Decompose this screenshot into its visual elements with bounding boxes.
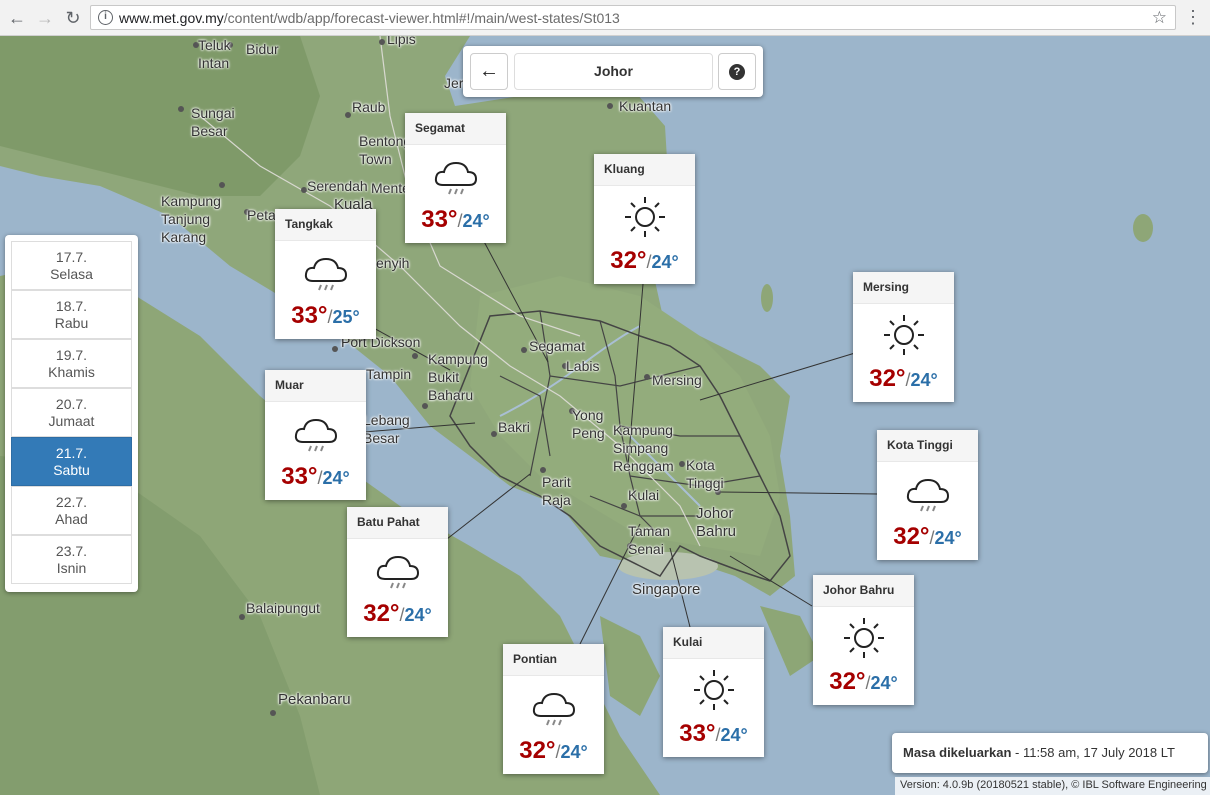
sun-icon: [694, 670, 734, 710]
issue-time-panel: Masa dikeluarkan - 11:58 am, 17 July 201…: [892, 733, 1208, 773]
url-text[interactable]: www.met.gov.my/content/wdb/app/forecast-…: [119, 10, 620, 26]
reload-icon[interactable]: ↻: [62, 7, 84, 29]
rain-cloud-icon: [376, 555, 420, 589]
card-title: Mersing: [853, 272, 954, 304]
card-title: Batu Pahat: [347, 507, 448, 539]
temperature: 32°/24°: [610, 247, 679, 274]
region-header: ← Johor ?: [463, 46, 763, 97]
back-arrow-icon[interactable]: ←: [6, 7, 28, 29]
map-label-teluk-intan: Teluk Intan: [198, 37, 231, 71]
forecast-card-kulai[interactable]: Kulai 33°/24°: [663, 627, 764, 757]
date-item-19[interactable]: 19.7. Khamis: [11, 339, 132, 388]
date-selector: 17.7. Selasa 18.7. Rabu 19.7. Khamis 20.7. J…: [5, 235, 138, 592]
rain-cloud-icon: [304, 257, 348, 291]
map-label-bentong: Bentong Town: [359, 133, 412, 167]
address-bar[interactable]: i www.met.gov.my/content/wdb/app/forecas…: [90, 5, 1176, 30]
temperature: 33°/24°: [421, 206, 490, 233]
back-button[interactable]: ←: [470, 53, 508, 90]
version-text: Version: 4.0.9b (20180521 stable), © IBL…: [895, 777, 1210, 795]
map-label-lebang-besar: Lebang Besar: [363, 412, 410, 446]
forecast-card-tangkak[interactable]: Tangkak 33°/25°: [275, 209, 376, 339]
forecast-card-kluang[interactable]: Kluang 32°/24°: [594, 154, 695, 284]
card-title: Muar: [265, 370, 366, 402]
forecast-card-muar[interactable]: Muar 33°/24°: [265, 370, 366, 500]
temperature: 33°/24°: [281, 463, 350, 490]
forecast-card-mersing[interactable]: Mersing 32°/24°: [853, 272, 954, 402]
browser-toolbar: ← → ↻ i www.met.gov.my/content/wdb/app/f…: [0, 0, 1210, 36]
rain-cloud-icon: [434, 161, 478, 195]
temperature: 32°/24°: [893, 523, 962, 550]
map-label-bakri: Bakri: [498, 419, 530, 435]
card-title: Kluang: [594, 154, 695, 186]
map-label-singapore: Singapore: [632, 581, 701, 598]
map-label-kampung-simpang-renggam: Kampung Simpang Renggam: [613, 422, 674, 474]
map-label-tampin: Tampin: [366, 366, 412, 382]
map-label-kuantan: Kuantan: [619, 98, 672, 114]
temperature: 32°/24°: [869, 365, 938, 392]
date-item-21-selected[interactable]: 21.7. Sabtu: [11, 437, 132, 486]
card-title: Kulai: [663, 627, 764, 659]
help-button[interactable]: ?: [718, 53, 756, 90]
forecast-card-johor-bahru[interactable]: Johor Bahru 32°/24°: [813, 575, 914, 705]
bookmark-star-icon[interactable]: ☆: [1152, 8, 1167, 28]
map-view[interactable]: Teluk Intan Bidur Lipis Jera Kuantan Sung…: [0, 36, 1210, 795]
date-item-23[interactable]: 23.7. Isnin: [11, 535, 132, 584]
map-label-yong-peng: Yong Peng: [572, 407, 605, 441]
map-label-mersing: Mersing: [652, 372, 702, 388]
map-label-raub: Raub: [352, 99, 386, 115]
rain-cloud-icon: [532, 692, 576, 726]
map-label-bidur: Bidur: [246, 41, 279, 57]
card-title: Kota Tinggi: [877, 430, 978, 462]
temperature: 33°/25°: [291, 302, 360, 329]
info-icon[interactable]: i: [98, 10, 113, 25]
browser-menu-icon[interactable]: ⋮: [1184, 7, 1202, 27]
map-label-serendah: Serendah: [307, 178, 368, 194]
card-title: Pontian: [503, 644, 604, 676]
map-basemap: [0, 36, 1210, 795]
date-item-20[interactable]: 20.7. Jumaat: [11, 388, 132, 437]
forecast-card-batu-pahat[interactable]: Batu Pahat 32°/24°: [347, 507, 448, 637]
forecast-card-segamat[interactable]: Segamat 33°/24°: [405, 113, 506, 243]
date-item-18[interactable]: 18.7. Rabu: [11, 290, 132, 339]
map-label-pekanbaru: Pekanbaru: [278, 691, 351, 708]
map-label-labis: Labis: [566, 358, 600, 374]
rain-cloud-icon: [906, 478, 950, 512]
map-label-kulai: Kulai: [628, 487, 660, 503]
forecast-card-kota-tinggi[interactable]: Kota Tinggi 32°/24°: [877, 430, 978, 560]
map-label-kota-tinggi: Kota Tinggi: [686, 457, 724, 491]
date-item-22[interactable]: 22.7. Ahad: [11, 486, 132, 535]
date-item-17[interactable]: 17.7. Selasa: [11, 241, 132, 290]
sun-icon: [844, 618, 884, 658]
map-label-kampung-bukit-baharu: Kampung Bukit Baharu: [428, 351, 488, 403]
temperature: 32°/24°: [363, 600, 432, 627]
map-label-taman-senai: Taman Senai: [628, 523, 671, 557]
map-label-sungai-besar: Sungai Besar: [191, 105, 235, 139]
rain-cloud-icon: [294, 418, 338, 452]
temperature: 32°/24°: [829, 668, 898, 695]
map-label-parit-raja: Parit Raja: [542, 474, 571, 508]
map-label-balaipungut: Balaipungut: [246, 600, 320, 616]
card-title: Johor Bahru: [813, 575, 914, 607]
left-arrow-icon: ←: [479, 60, 499, 82]
question-icon: ?: [729, 64, 745, 80]
temperature: 33°/24°: [679, 720, 748, 747]
forecast-card-pontian[interactable]: Pontian 32°/24°: [503, 644, 604, 774]
map-label-senyih: enyih: [376, 255, 410, 271]
card-title: Segamat: [405, 113, 506, 145]
sun-icon: [625, 197, 665, 237]
temperature: 32°/24°: [519, 737, 588, 764]
map-label-segamat: Segamat: [529, 338, 586, 354]
region-title: Johor: [514, 53, 713, 90]
map-label-kampung-tanjung-karang: Kampung Tanjung Karang: [161, 193, 221, 245]
sun-icon: [884, 315, 924, 355]
card-title: Tangkak: [275, 209, 376, 241]
forward-arrow-icon[interactable]: →: [34, 7, 56, 29]
map-label-lipis: Lipis: [387, 36, 416, 47]
map-label-johor-bahru: Johor Bahru: [696, 505, 737, 540]
